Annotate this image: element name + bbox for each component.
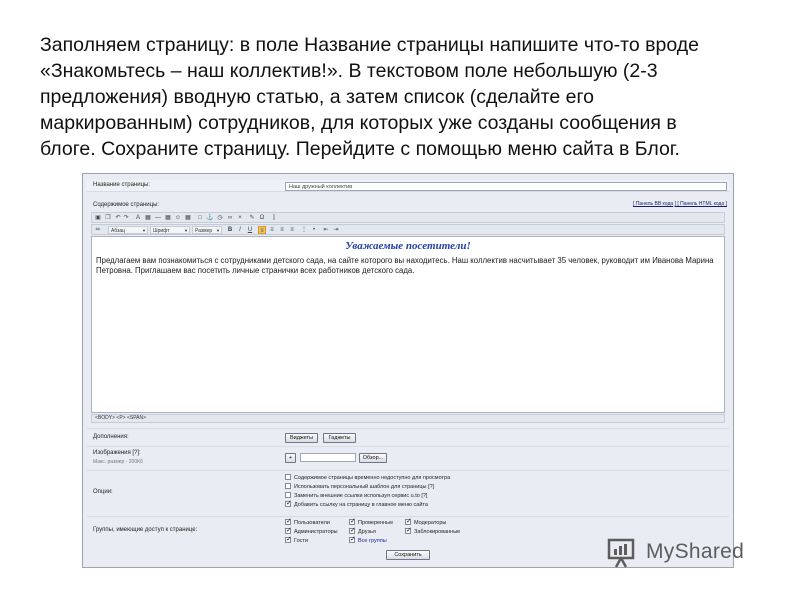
align-left-icon[interactable]: ≡ xyxy=(268,226,276,234)
options-row: Опции: Содержимое страницы временно недо… xyxy=(87,470,729,514)
checkbox[interactable] xyxy=(285,526,292,534)
checkbox[interactable] xyxy=(285,474,291,480)
align-center-icon[interactable]: ≡ xyxy=(258,226,266,234)
content-label: Содержимое страницы: xyxy=(93,202,160,208)
undo-icon[interactable]: ↶ xyxy=(114,214,122,222)
font-select[interactable]: Шрифт ▼ xyxy=(150,226,190,234)
group-guests[interactable]: Гости xyxy=(285,535,308,544)
outdent-icon[interactable]: ⇤ xyxy=(322,226,330,234)
anchor-icon[interactable]: ⚓ xyxy=(206,214,214,222)
clock-icon[interactable]: ◷ xyxy=(216,214,224,222)
panel-links: [ Панель BB кода ] [ Панель HTML кода ] xyxy=(633,201,727,207)
checkbox[interactable] xyxy=(285,492,291,498)
align-justify-icon[interactable]: ≡ xyxy=(288,226,296,234)
link-icon[interactable]: ∞ xyxy=(226,214,234,222)
presentation-board-icon xyxy=(607,538,635,568)
group-verified[interactable]: Проверенные xyxy=(349,517,393,526)
html-panel-link[interactable]: ] [ Панель HTML кода ] xyxy=(675,201,727,207)
paragraph-select[interactable]: Абзац ▼ xyxy=(108,226,148,234)
redo-icon[interactable]: ↷ xyxy=(122,214,130,222)
editor-content-area[interactable]: Уважаемые посетители! Предлагаем вам поз… xyxy=(91,236,725,413)
content-label-row: Содержимое страницы: [ Панель BB кода ] … xyxy=(87,200,729,212)
group-admins[interactable]: Администраторы xyxy=(285,526,338,535)
groups-label: Группы, имеющие доступ к странице: xyxy=(93,527,198,533)
group-moderators[interactable]: Модераторы xyxy=(405,517,446,526)
save-button[interactable]: Сохранить xyxy=(386,550,430,560)
page-name-input[interactable]: Наш дружный коллектив xyxy=(285,182,727,191)
option-personal-template[interactable]: Использовать персональный шаблон для стр… xyxy=(285,483,434,490)
myshared-watermark: MyShared xyxy=(606,536,786,570)
size-select[interactable]: Размер ▼ xyxy=(192,226,222,234)
checkbox[interactable] xyxy=(405,526,412,534)
underline-button[interactable]: U xyxy=(246,226,254,234)
chevron-down-icon: ▼ xyxy=(216,228,220,233)
gadgets-button[interactable]: Гаджеты xyxy=(323,433,356,443)
special-char-icon[interactable]: Ω xyxy=(258,214,266,222)
pencil-icon[interactable]: ✎ xyxy=(248,214,256,222)
editor-toolbar-top: ▣ ❐ ↶ ↷ A ▦ — ▦ ☺ ▦ □ ⚓ ◷ ∞ × ✎ Ω ⟧ xyxy=(91,212,725,223)
images-size-hint: Макс. размер - 200Кб xyxy=(93,459,143,465)
editor-heading: Уважаемые посетители! xyxy=(345,240,471,252)
text-color-icon[interactable]: A xyxy=(134,214,142,222)
add-image-button[interactable]: + xyxy=(285,453,296,463)
document-icon[interactable]: □ xyxy=(196,214,204,222)
instruction-text: Заполняем страницу: в поле Название стра… xyxy=(40,32,780,162)
instruction-line: блоге. Сохраните страницу. Перейдите с п… xyxy=(40,138,680,160)
option-replace-links[interactable]: Заменить внешние ссылки используя сервис… xyxy=(285,492,427,499)
instruction-line: предложения) вводную статью, а затем спи… xyxy=(40,86,594,108)
hr-icon[interactable]: — xyxy=(154,214,162,222)
bullet-list-icon[interactable]: • xyxy=(310,226,318,234)
checkbox[interactable] xyxy=(349,517,356,525)
copy-icon[interactable]: ❐ xyxy=(104,214,112,222)
editor-path-bar: <BODY> <P> <SPAN> xyxy=(91,414,725,423)
indent-icon[interactable]: ⇥ xyxy=(332,226,340,234)
italic-button[interactable]: I xyxy=(236,226,244,234)
watermark-text: MyShared xyxy=(646,540,745,563)
additions-label: Дополнения: xyxy=(93,434,129,440)
numbered-list-icon[interactable]: ⋮ xyxy=(300,226,308,234)
option-hidden[interactable]: Содержимое страницы временно недоступно … xyxy=(285,474,450,481)
group-blocked[interactable]: Заблокированные xyxy=(405,526,460,535)
group-friends[interactable]: Друзья xyxy=(349,526,376,535)
bold-button[interactable]: B xyxy=(226,226,234,234)
image-file-input[interactable] xyxy=(300,453,356,462)
group-all[interactable]: Все группы xyxy=(349,535,387,544)
image-icon[interactable]: ▦ xyxy=(164,214,172,222)
page-editor-screenshot: Название страницы: Наш дружный коллектив… xyxy=(82,173,734,568)
checkbox[interactable] xyxy=(349,526,356,534)
html-icon[interactable]: ⟧ xyxy=(270,214,278,222)
preview-icon[interactable]: ▣ xyxy=(94,214,102,222)
checkbox[interactable] xyxy=(285,517,292,525)
additions-row: Дополнения: Виджеты Гаджеты xyxy=(87,428,729,444)
group-users[interactable]: Пользователи xyxy=(285,517,330,526)
checkbox[interactable] xyxy=(285,499,292,507)
editor-paragraph: Предлагаем вам познакомиться с сотрудник… xyxy=(96,256,714,275)
smiley-icon[interactable]: ☺ xyxy=(174,214,182,222)
checkbox[interactable] xyxy=(349,535,356,543)
checkbox[interactable] xyxy=(285,483,291,489)
table-icon[interactable]: ▦ xyxy=(184,214,192,222)
images-row: Изображения [?]: Макс. размер - 200Кб + … xyxy=(87,446,729,468)
checkbox[interactable] xyxy=(405,517,412,525)
instruction-line: Заполняем страницу: в поле Название стра… xyxy=(40,34,699,56)
background-color-icon[interactable]: ▦ xyxy=(144,214,152,222)
widgets-button[interactable]: Виджеты xyxy=(285,433,318,443)
option-add-menu-link[interactable]: Добавить ссылку на страницу в главное ме… xyxy=(285,499,428,508)
align-right-icon[interactable]: ≡ xyxy=(278,226,286,234)
instruction-line: маркированным) сотрудников, для которых … xyxy=(40,112,677,134)
browse-button[interactable]: Обзор... xyxy=(359,453,387,463)
chevron-down-icon: ▼ xyxy=(184,228,188,233)
instruction-line: «Знакомьтесь – наш коллектив!». В тексто… xyxy=(40,60,658,82)
checkbox[interactable] xyxy=(285,535,292,543)
page-name-row: Название страницы: Наш дружный коллектив xyxy=(87,180,729,192)
chevron-down-icon: ▼ xyxy=(142,228,146,233)
eraser-icon[interactable]: ✏ xyxy=(94,226,102,234)
bb-panel-link[interactable]: [ Панель BB кода xyxy=(633,201,673,207)
options-label: Опции: xyxy=(93,489,113,495)
unlink-icon[interactable]: × xyxy=(236,214,244,222)
page-name-label: Название страницы: xyxy=(93,182,150,188)
editor-toolbar-format: ✏ Абзац ▼ Шрифт ▼ Размер ▼ B I U ≡ ≡ ≡ ≡ ⋮ … xyxy=(91,224,725,235)
images-label: Изображения [?]: xyxy=(93,450,141,456)
